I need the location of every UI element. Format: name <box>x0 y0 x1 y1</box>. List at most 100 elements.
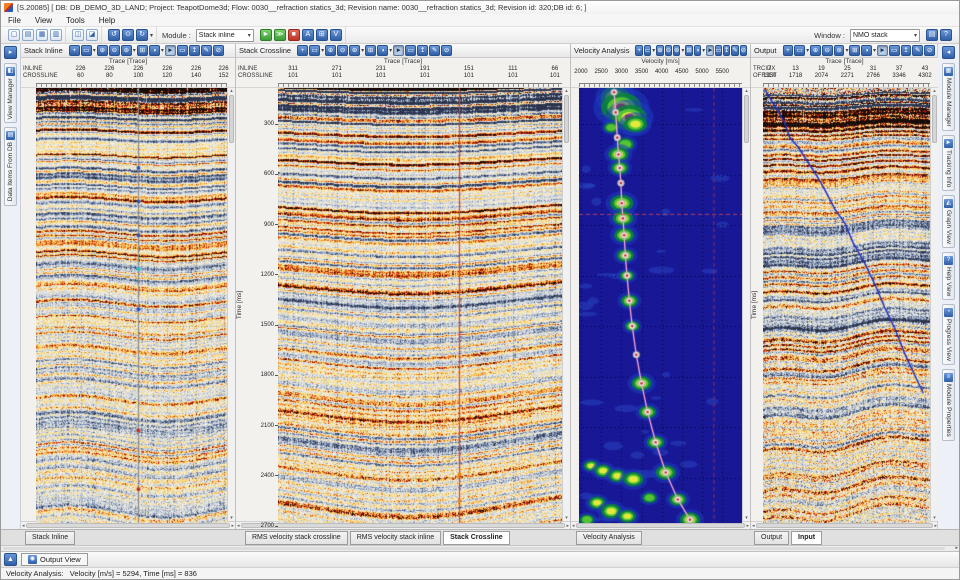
zoom-options-icon-menu-arrow[interactable]: ▾ <box>845 47 848 54</box>
gain-icon-menu-arrow[interactable]: ▾ <box>873 47 876 54</box>
scroll-down-icon[interactable]: ▾ <box>230 515 233 521</box>
sidebar-tab-view-manager[interactable]: ◧View Manager <box>4 63 17 123</box>
tab-stack-inline[interactable]: Stack Inline <box>25 531 75 545</box>
snapshot-icon[interactable]: ↥ <box>417 45 428 56</box>
sidebar-tab-graph-view[interactable]: ◭Graph View <box>942 195 955 248</box>
add-view-icon[interactable]: + <box>297 45 308 56</box>
collapse-left-icon[interactable]: ▸ <box>4 46 17 59</box>
menu-file[interactable]: File <box>1 14 28 26</box>
zoom-options-icon[interactable]: ⊛ <box>349 45 360 56</box>
refresh-icon-menu-arrow[interactable]: ▾ <box>150 32 153 39</box>
menu-help[interactable]: Help <box>92 14 122 26</box>
display-select-icon[interactable]: ▭ <box>309 45 320 56</box>
gain-icon[interactable]: ◑ <box>377 45 388 56</box>
stack-inline-vscrollbar[interactable]: ▴▾ <box>227 88 235 521</box>
output-vscrollbar[interactable]: ▴▾ <box>930 88 938 521</box>
clear-picks-icon[interactable]: ⊘ <box>740 45 747 56</box>
display-select-icon[interactable]: ▭ <box>644 45 651 56</box>
rubber-band-icon[interactable]: ▭ <box>889 45 900 56</box>
spreadsheet-icon[interactable]: ⊞ <box>316 29 328 41</box>
tab-rms-velocity-stack-crossline[interactable]: RMS velocity stack crossline <box>245 531 348 545</box>
open-flow-icon[interactable]: ▤ <box>22 29 34 41</box>
window-select[interactable]: NMO stack ▾ <box>850 29 920 42</box>
zoom-in-icon[interactable]: ⊕ <box>656 45 663 56</box>
gain-icon[interactable]: ◑ <box>861 45 872 56</box>
pick-icon[interactable]: ✎ <box>912 45 923 56</box>
rubber-band-icon[interactable]: ▭ <box>405 45 416 56</box>
scroll-right-icon[interactable]: ▸ <box>746 523 749 529</box>
help-icon[interactable]: ? <box>940 29 952 41</box>
zoom-options-icon[interactable]: ⊛ <box>121 45 132 56</box>
zoom-in-icon[interactable]: ⊕ <box>810 45 821 56</box>
velocity-semblance-canvas[interactable] <box>579 88 742 523</box>
gain-icon[interactable]: ◑ <box>149 45 160 56</box>
module-select[interactable]: Stack inline ▾ <box>196 29 254 42</box>
scroll-left-icon[interactable]: ◂ <box>572 523 575 529</box>
stack-crossline-vscrollbar[interactable]: ▴▾ <box>562 88 570 521</box>
scroll-right-icon[interactable]: ▸ <box>566 523 569 529</box>
sidebar-tab-help-view[interactable]: ?Help View <box>942 252 955 300</box>
tab-velocity-analysis[interactable]: Velocity Analysis <box>576 531 642 545</box>
gain-icon-menu-arrow[interactable]: ▾ <box>389 47 392 54</box>
sidebar-tab-data-items-from-db[interactable]: ▤Data Items From DB <box>4 127 17 205</box>
analysis-window-icon[interactable]: A <box>302 29 314 41</box>
sidebar-tab-progress-view[interactable]: ◔Progress View <box>942 304 955 365</box>
save-flow-icon[interactable]: ▦ <box>36 29 48 41</box>
pick-icon[interactable]: ✎ <box>201 45 212 56</box>
scroll-right-icon[interactable]: ▸ <box>955 545 958 551</box>
zoom-options-icon-menu-arrow[interactable]: ▾ <box>681 47 684 54</box>
fit-view-icon[interactable]: ⊞ <box>365 45 376 56</box>
scroll-down-icon[interactable]: ▾ <box>565 515 568 521</box>
scroll-right-icon[interactable]: ▸ <box>231 523 234 529</box>
sidebar-tab-tracking-info[interactable]: ►Tracking Info <box>942 135 955 191</box>
window-list-icon[interactable]: ▤ <box>926 29 938 41</box>
scroll-down-icon[interactable]: ▾ <box>933 515 936 521</box>
display-select-icon[interactable]: ▭ <box>81 45 92 56</box>
new-flow-icon[interactable]: ▢ <box>8 29 20 41</box>
velocity-vscrollbar[interactable]: ▴▾ <box>742 88 750 521</box>
zoom-out-icon[interactable]: ⊖ <box>337 45 348 56</box>
close-flow-icon[interactable]: ▥ <box>50 29 62 41</box>
scroll-left-icon[interactable]: ◂ <box>22 523 25 529</box>
scroll-up-icon[interactable]: ▴ <box>230 88 233 94</box>
zoom-options-icon-menu-arrow[interactable]: ▾ <box>133 47 136 54</box>
fit-view-icon[interactable]: ⊞ <box>685 45 692 56</box>
scroll-thumb[interactable] <box>756 523 934 528</box>
stack-inline-canvas[interactable] <box>36 88 227 523</box>
output-canvas[interactable] <box>763 88 930 523</box>
rubber-band-icon[interactable]: ▭ <box>177 45 188 56</box>
clear-picks-icon[interactable]: ⊘ <box>924 45 935 56</box>
zoom-out-icon[interactable]: ⊖ <box>665 45 672 56</box>
add-view-icon[interactable]: + <box>69 45 80 56</box>
replay-icon[interactable]: ⊙ <box>122 29 134 41</box>
cascade-windows-icon[interactable]: ◪ <box>86 29 98 41</box>
run-all-icon[interactable]: ≫ <box>274 29 286 41</box>
collapse-right-icon[interactable]: ◂ <box>942 46 955 59</box>
zoom-out-icon[interactable]: ⊖ <box>109 45 120 56</box>
clear-picks-icon[interactable]: ⊘ <box>213 45 224 56</box>
scroll-up-icon[interactable]: ▴ <box>933 88 936 94</box>
snapshot-icon[interactable]: ↥ <box>901 45 912 56</box>
tab-output-view[interactable]: ◉ Output View <box>21 553 88 566</box>
scroll-thumb[interactable] <box>26 523 231 528</box>
scroll-down-icon[interactable]: ▾ <box>745 515 748 521</box>
sidebar-tab-module-properties[interactable]: ≡Module Properties <box>942 369 955 441</box>
scroll-thumb[interactable] <box>229 95 234 143</box>
display-select-icon-menu-arrow[interactable]: ▾ <box>806 47 809 54</box>
run-flow-icon[interactable]: ► <box>260 29 272 41</box>
tile-windows-icon[interactable]: ◫ <box>72 29 84 41</box>
clear-picks-icon[interactable]: ⊘ <box>441 45 452 56</box>
pointer-icon[interactable]: ► <box>877 45 888 56</box>
display-select-icon-menu-arrow[interactable]: ▾ <box>652 47 655 54</box>
zoom-in-icon[interactable]: ⊕ <box>325 45 336 56</box>
rewind-icon[interactable]: ↺ <box>108 29 120 41</box>
snapshot-icon[interactable]: ↥ <box>189 45 200 56</box>
zoom-options-icon[interactable]: ⊛ <box>834 45 845 56</box>
scroll-left-icon[interactable]: ◂ <box>752 523 755 529</box>
display-select-icon-menu-arrow[interactable]: ▾ <box>321 47 324 54</box>
gain-icon-menu-arrow[interactable]: ▾ <box>161 47 164 54</box>
bottom-scrollbar[interactable]: ▸ <box>1 545 959 551</box>
refresh-icon[interactable]: ↻ <box>136 29 148 41</box>
pick-icon[interactable]: ✎ <box>429 45 440 56</box>
stack-crossline-canvas[interactable] <box>278 88 562 523</box>
